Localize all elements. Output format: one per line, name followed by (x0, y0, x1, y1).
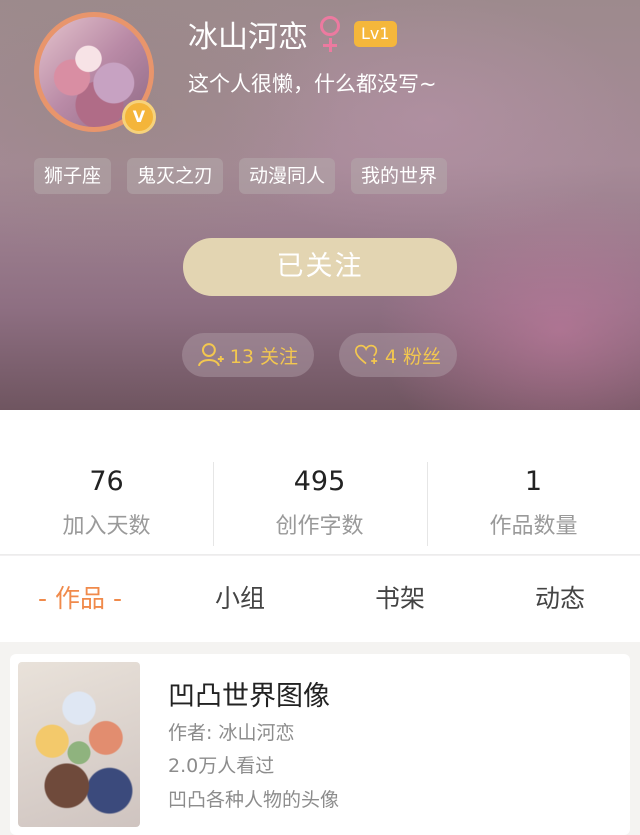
following-count-label: 13 关注 (229, 345, 298, 368)
level-badge: Lv1 (354, 21, 397, 47)
fans-count-label: 4 粉丝 (384, 345, 441, 368)
heart-plus-icon (355, 344, 378, 365)
username: 冰山河恋 (188, 20, 308, 55)
tag-item[interactable]: 动漫同人 (239, 158, 336, 194)
work-author: 作者: 冰山河恋 (168, 722, 295, 744)
stat-label: 作品数量 (489, 514, 578, 539)
tab-works[interactable]: - 作品 - (0, 556, 160, 642)
follow-button[interactable]: 已关注 (183, 238, 457, 296)
stat-works-count: 1 作品数量 (427, 410, 640, 555)
work-cover-image[interactable] (18, 662, 140, 827)
tag-list: 狮子座 鬼灭之刃 动漫同人 我的世界 (34, 158, 448, 194)
bio-text: 这个人很懒，什么都没写~ (188, 72, 437, 96)
works-list: 凹凸世界图像 作者: 冰山河恋 2.0万人看过 凹凸各种人物的头像 (0, 642, 640, 835)
name-row: 冰山河恋 Lv1 (188, 14, 397, 55)
female-gender-icon (318, 14, 342, 54)
add-user-icon (198, 343, 224, 367)
work-description: 凹凸各种人物的头像 (168, 789, 340, 811)
tag-item[interactable]: 鬼灭之刃 (127, 158, 224, 194)
stat-label: 创作字数 (275, 514, 364, 539)
stat-value: 1 (524, 466, 543, 497)
vip-badge-icon: V (122, 100, 156, 134)
stat-label: 加入天数 (62, 514, 151, 539)
fans-count-button[interactable]: 4 粉丝 (339, 333, 457, 377)
avatar-container[interactable]: V (34, 12, 156, 134)
tab-bookshelf[interactable]: 书架 (320, 556, 480, 642)
stat-join-days: 76 加入天数 (0, 410, 213, 555)
stats-bar: 76 加入天数 495 创作字数 1 作品数量 (0, 410, 640, 555)
tab-bar: - 作品 - 小组 书架 动态 (0, 556, 640, 642)
stat-word-count: 495 创作字数 (213, 410, 426, 555)
following-count-button[interactable]: 13 关注 (182, 333, 314, 377)
work-title: 凹凸世界图像 (168, 681, 330, 712)
work-views: 2.0万人看过 (168, 755, 275, 777)
tab-groups[interactable]: 小组 (160, 556, 320, 642)
stat-value: 76 (89, 466, 124, 497)
tab-activity[interactable]: 动态 (480, 556, 640, 642)
work-card[interactable]: 凹凸世界图像 作者: 冰山河恋 2.0万人看过 凹凸各种人物的头像 (10, 654, 630, 835)
profile-header: V 冰山河恋 Lv1 这个人很懒，什么都没写~ 狮子座 鬼灭之刃 动漫同人 我的… (0, 0, 640, 410)
tag-item[interactable]: 狮子座 (34, 158, 112, 194)
tag-item[interactable]: 我的世界 (351, 158, 448, 194)
stat-value: 495 (293, 466, 346, 497)
